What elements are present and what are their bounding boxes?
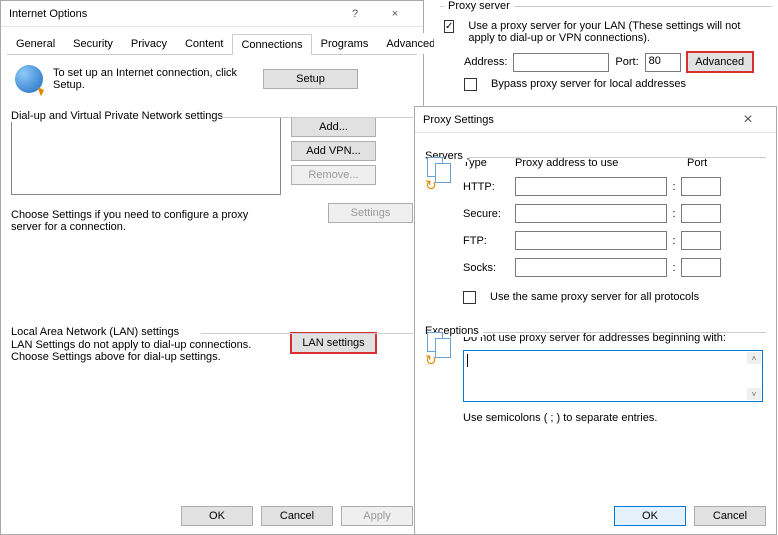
tab-programs[interactable]: Programs <box>312 33 378 54</box>
advanced-button[interactable]: Advanced <box>687 52 753 72</box>
proxy-settings-window: Proxy Settings × Servers Type Proxy addr… <box>414 106 777 535</box>
server-port-input[interactable] <box>681 231 721 250</box>
server-row-label: FTP: <box>463 235 515 247</box>
proxy-server-group: Proxy server <box>444 0 514 12</box>
cancel-button[interactable]: Cancel <box>694 506 766 526</box>
remove-button: Remove... <box>291 165 376 185</box>
port-input[interactable]: 80 <box>645 53 681 72</box>
servers-icon <box>425 157 453 191</box>
tab-content[interactable]: Content <box>176 33 233 54</box>
proxy-server-panel: Proxy server ✓ Use a proxy server for yo… <box>434 0 778 101</box>
exceptions-note: Use semicolons ( ; ) to separate entries… <box>463 412 766 424</box>
server-port-input[interactable] <box>681 258 721 277</box>
address-input[interactable] <box>513 53 609 72</box>
same-proxy-checkbox[interactable] <box>463 291 476 304</box>
same-proxy-label: Use the same proxy server for all protoc… <box>490 291 699 303</box>
cancel-button[interactable]: Cancel <box>261 506 333 526</box>
exceptions-hint: Do not use proxy server for addresses be… <box>463 332 766 344</box>
exceptions-icon <box>425 332 453 366</box>
ok-button[interactable]: OK <box>614 506 686 526</box>
setup-button[interactable]: Setup <box>263 69 358 89</box>
titlebar: Proxy Settings × <box>415 107 776 133</box>
server-addr-input[interactable] <box>515 177 667 196</box>
titlebar: Internet Options ? × <box>1 1 423 27</box>
lan-settings-button[interactable]: LAN settings <box>291 333 376 353</box>
tab-connections[interactable]: Connections <box>232 34 311 55</box>
server-addr-input[interactable] <box>515 231 667 250</box>
dialup-settings-button: Settings <box>328 203 413 223</box>
dialog-buttons: OK Cancel Apply <box>181 506 413 526</box>
tab-security[interactable]: Security <box>64 33 122 54</box>
address-label: Address: <box>464 56 507 68</box>
server-row-label: Secure: <box>463 208 515 220</box>
port-header: Port <box>687 157 707 169</box>
window-title: Internet Options <box>9 8 335 20</box>
server-row-label: HTTP: <box>463 181 515 193</box>
server-addr-input[interactable] <box>515 204 667 223</box>
scrollbar[interactable]: ˄˅ <box>747 352 761 400</box>
exceptions-input[interactable]: ˄˅ <box>463 350 763 402</box>
port-label: Port: <box>615 56 638 68</box>
tab-general[interactable]: General <box>7 33 64 54</box>
bypass-checkbox[interactable] <box>464 78 477 91</box>
type-header: Type <box>463 157 515 169</box>
apply-button: Apply <box>341 506 413 526</box>
dialup-listbox[interactable] <box>11 117 281 195</box>
lan-hint: LAN Settings do not apply to dial-up con… <box>11 339 281 363</box>
window-title: Proxy Settings <box>423 114 728 126</box>
use-proxy-checkbox[interactable]: ✓ <box>444 20 454 33</box>
globe-icon <box>15 65 43 93</box>
setup-text: To set up an Internet connection, click … <box>53 67 253 91</box>
server-addr-input[interactable] <box>515 258 667 277</box>
addr-header: Proxy address to use <box>515 157 673 169</box>
tab-strip: General Security Privacy Content Connect… <box>7 33 417 55</box>
ok-button[interactable]: OK <box>181 506 253 526</box>
close-button[interactable]: × <box>728 109 768 131</box>
close-button[interactable]: × <box>375 3 415 25</box>
server-port-input[interactable] <box>681 204 721 223</box>
bypass-label: Bypass proxy server for local addresses <box>491 78 686 90</box>
use-proxy-label: Use a proxy server for your LAN (These s… <box>468 20 768 44</box>
tab-body: To set up an Internet connection, click … <box>1 55 423 373</box>
server-port-input[interactable] <box>681 177 721 196</box>
server-row-label: Socks: <box>463 262 515 274</box>
dialup-group-label: Dial-up and Virtual Private Network sett… <box>11 110 227 122</box>
choose-settings-text: Choose Settings if you need to configure… <box>11 209 271 233</box>
text-caret <box>467 354 468 367</box>
lan-group-label: Local Area Network (LAN) settings <box>11 326 183 338</box>
help-button[interactable]: ? <box>335 3 375 25</box>
tab-privacy[interactable]: Privacy <box>122 33 176 54</box>
add-vpn-button[interactable]: Add VPN... <box>291 141 376 161</box>
internet-options-window: Internet Options ? × General Security Pr… <box>0 0 424 535</box>
add-button[interactable]: Add... <box>291 117 376 137</box>
